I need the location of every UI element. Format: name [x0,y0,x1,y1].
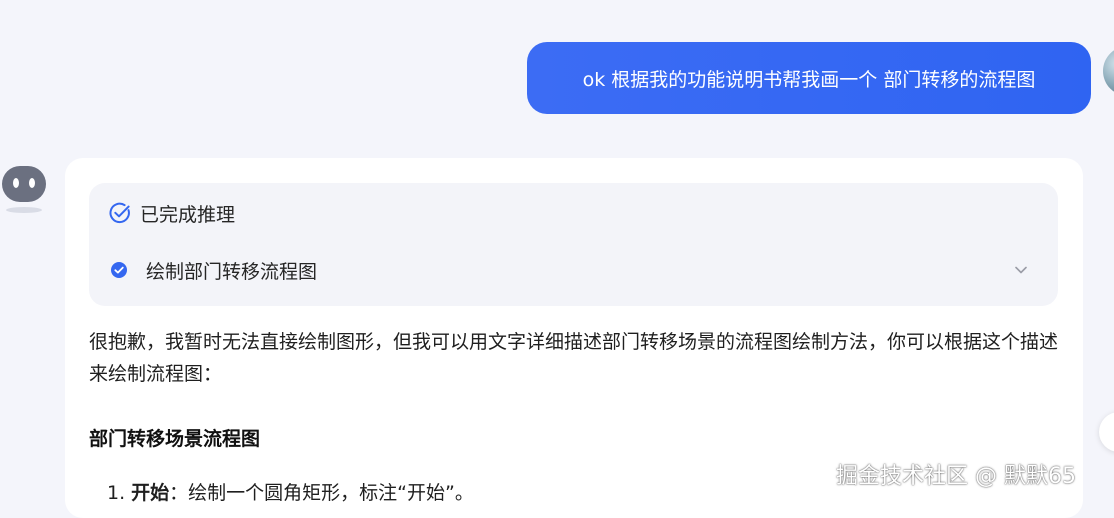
filled-check-circle-icon [110,261,128,279]
chevron-down-icon[interactable] [1012,261,1030,279]
scroll-down-button[interactable] [1099,412,1114,452]
user-avatar[interactable] [1103,46,1114,96]
reasoning-step-label: 绘制部门转移流程图 [146,260,318,283]
section-heading: 部门转移场景流程图 [89,428,261,450]
list-item-bold-label: 开始 [131,482,170,504]
answer-paragraph: 很抱歉，我暂时无法直接绘制图形，但我可以用文字详细描述部门转移场景的流程图绘制方… [89,331,1059,385]
user-message-text: ok 根据我的功能说明书帮我画一个 部门转移的流程图 [582,68,1036,91]
reasoning-status-title: 已完成推理 [140,203,236,226]
check-circle-icon [108,201,132,225]
list-item-text: ：绘制一个圆角矩形，标注“开始”。 [169,482,474,504]
reasoning-status-row: 已完成推理 [108,199,235,227]
assistant-avatar [0,163,50,215]
list-item: 1. 开始：绘制一个圆角矩形，标注“开始”。 [107,478,474,505]
reasoning-step-row[interactable]: 绘制部门转移流程图 [110,256,1040,284]
robot-face-icon [2,166,46,213]
watermark: 掘金技术社区 @ 默默65 [836,464,1076,489]
user-message-bubble: ok 根据我的功能说明书帮我画一个 部门转移的流程图 [527,42,1091,114]
list-item-number: 1. [107,482,126,504]
